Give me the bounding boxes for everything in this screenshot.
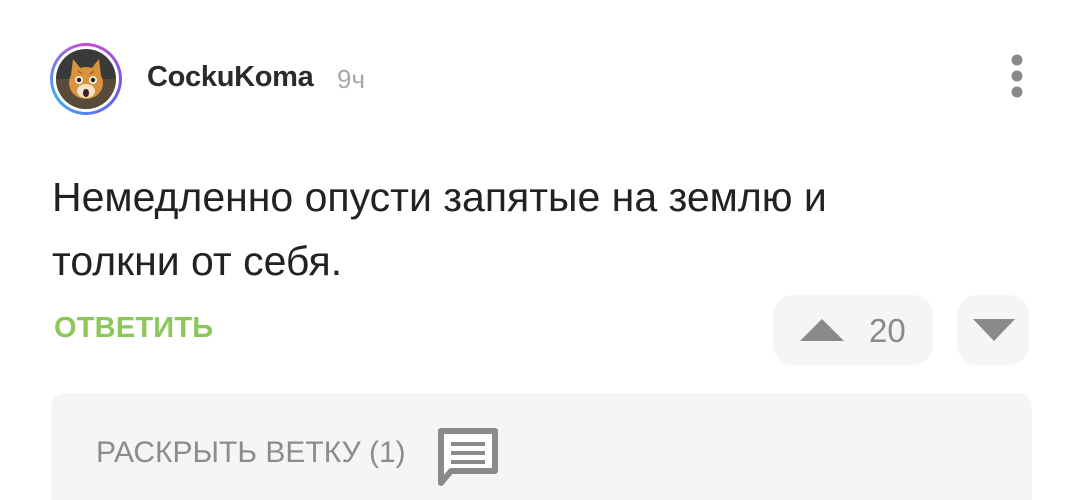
- triangle-down-icon: [973, 319, 1015, 341]
- comment-timestamp: 9ч: [337, 64, 366, 94]
- comment-body: Немедленно опусти запятые на землю и тол…: [52, 174, 827, 284]
- avatar[interactable]: [50, 43, 122, 115]
- upvote-button[interactable]: 20: [773, 295, 933, 365]
- expand-thread-label: РАСКРЫТЬ ВЕТКУ (1): [96, 436, 406, 469]
- reply-button[interactable]: ОТВЕТИТЬ: [54, 312, 213, 345]
- three-dots-vertical-icon: [1011, 54, 1023, 98]
- avatar-ring: [53, 46, 119, 112]
- downvote-button[interactable]: [957, 295, 1029, 365]
- more-options-button[interactable]: [1000, 52, 1034, 104]
- triangle-up-icon: [800, 319, 844, 341]
- expand-thread-button[interactable]: РАСКРЫТЬ ВЕТКУ (1): [51, 393, 1032, 500]
- rating-count: 20: [869, 312, 906, 349]
- comment-bubble-icon: [438, 428, 498, 486]
- author-name[interactable]: CockuKoma: [147, 61, 314, 94]
- comment-card: CockuKoma 9ч Немедленно опусти запятые н…: [0, 0, 1080, 500]
- cat-avatar-image: [56, 49, 116, 109]
